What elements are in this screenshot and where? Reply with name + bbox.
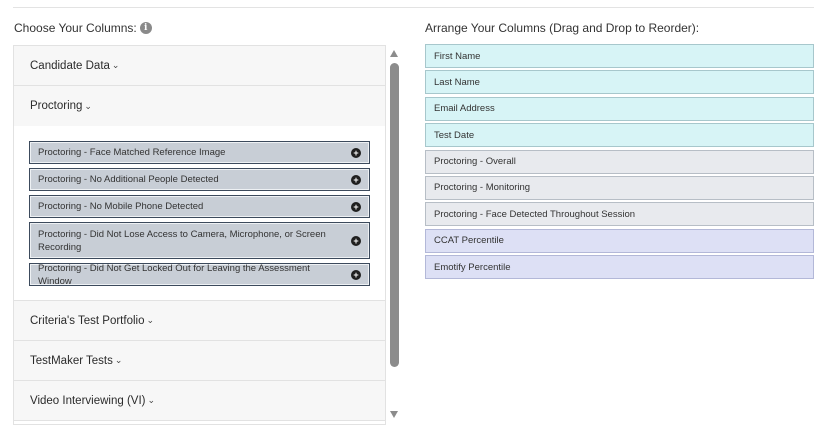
chevron-down-icon: ⌄ (114, 355, 123, 365)
option-face-matched[interactable]: Proctoring - Face Matched Reference Imag… (29, 141, 370, 164)
column-proctoring-overall[interactable]: Proctoring - Overall (425, 149, 814, 174)
plus-circle-icon[interactable]: + (351, 147, 361, 158)
chevron-down-icon: ⌄ (146, 315, 155, 325)
scroll-down-arrow-icon[interactable] (390, 411, 398, 418)
plus-circle-icon[interactable]: + (351, 235, 361, 246)
column-email-address[interactable]: Email Address (425, 96, 814, 121)
scroll-up-arrow-icon[interactable] (390, 50, 398, 57)
section-candidate-data[interactable]: Candidate Data ⌄ (14, 46, 385, 86)
column-accordion: Candidate Data ⌄ Proctoring ⌄ Proctoring… (13, 45, 386, 425)
column-test-date[interactable]: Test Date (425, 123, 814, 148)
scrollbar-thumb[interactable] (390, 63, 399, 367)
column-proctoring-monitoring[interactable]: Proctoring - Monitoring (425, 175, 814, 200)
plus-circle-icon[interactable]: + (351, 174, 361, 185)
chevron-down-icon: ⌄ (111, 60, 120, 70)
plus-circle-icon[interactable]: + (351, 201, 361, 212)
option-no-mobile-phone[interactable]: Proctoring - No Mobile Phone Detected + (29, 195, 370, 218)
plus-circle-icon[interactable]: + (351, 269, 361, 280)
accordion-scrollbar[interactable] (389, 46, 400, 420)
info-icon[interactable]: i (139, 22, 152, 34)
column-emotify-percentile[interactable]: Emotify Percentile (425, 255, 814, 280)
option-no-additional-people[interactable]: Proctoring - No Additional People Detect… (29, 168, 370, 191)
option-not-locked-out[interactable]: Proctoring - Did Not Get Locked Out for … (29, 263, 370, 287)
column-last-name[interactable]: Last Name (425, 70, 814, 95)
arrange-columns-title: Arrange Your Columns (Drag and Drop to R… (425, 21, 700, 35)
choose-columns-title: Choose Your Columns: i (14, 21, 152, 35)
arrange-columns-list: First Name Last Name Email Address Test … (425, 44, 814, 282)
column-proctoring-face-detected[interactable]: Proctoring - Face Detected Throughout Se… (425, 202, 814, 227)
section-criteria-test-portfolio[interactable]: Criteria's Test Portfolio ⌄ (14, 301, 385, 341)
section-testmaker-tests[interactable]: TestMaker Tests ⌄ (14, 341, 385, 381)
column-first-name[interactable]: First Name (425, 44, 814, 68)
proctoring-options: Proctoring - Face Matched Reference Imag… (14, 126, 385, 301)
top-divider (13, 7, 814, 8)
chevron-down-icon: ⌄ (147, 395, 156, 405)
chevron-down-icon: ⌄ (84, 100, 92, 111)
section-proctoring[interactable]: Proctoring ⌄ (14, 86, 385, 126)
option-camera-access[interactable]: Proctoring - Did Not Lose Access to Came… (29, 222, 370, 259)
section-video-interviewing[interactable]: Video Interviewing (VI) ⌄ (14, 381, 385, 421)
column-ccat-percentile[interactable]: CCAT Percentile (425, 228, 814, 253)
